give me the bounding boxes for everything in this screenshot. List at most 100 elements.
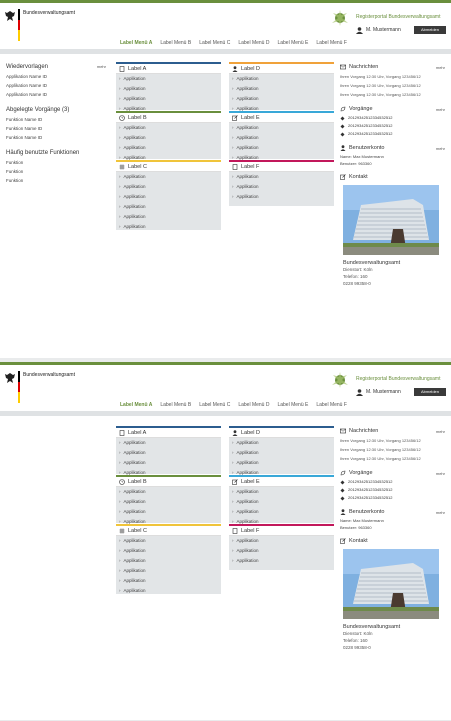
document-icon <box>232 527 238 534</box>
app-link[interactable]: Applikation <box>116 507 221 517</box>
app-link[interactable]: Applikation <box>116 556 221 566</box>
nav-item-a[interactable]: Label Menü A <box>116 402 156 410</box>
eagle-icon <box>5 11 15 21</box>
app-link[interactable]: Applikation <box>116 133 221 143</box>
app-link[interactable]: Applikation <box>229 172 334 182</box>
app-link[interactable]: Applikation <box>229 556 334 566</box>
list-item[interactable]: Applikation Name ID <box>6 90 106 99</box>
app-link[interactable]: Applikation <box>116 172 221 182</box>
app-link[interactable]: Applikation <box>116 84 221 94</box>
nav-item-c[interactable]: Label Menü C <box>195 40 234 48</box>
user-icon <box>340 509 346 515</box>
message-item[interactable]: Ihren Vorgang 12:30 Uhr, Vorgang 123456/… <box>340 454 445 463</box>
leaf-icon <box>340 106 346 112</box>
app-link[interactable]: Applikation <box>229 74 334 84</box>
registerportal-logo-icon[interactable] <box>331 10 349 26</box>
nav-item-c[interactable]: Label Menü C <box>195 402 234 410</box>
portal-title[interactable]: Registerportal Bundesverwaltungsamt <box>356 376 441 382</box>
registerportal-logo-icon[interactable] <box>331 372 349 388</box>
vorgang-item[interactable]: 20129342512334532512 <box>340 478 445 486</box>
box-e: Label E Applikation Applikation Applikat… <box>229 475 334 524</box>
app-link[interactable]: Applikation <box>116 576 221 586</box>
app-link[interactable]: Applikation <box>116 586 221 596</box>
app-link[interactable]: Applikation <box>229 123 334 133</box>
app-link[interactable]: Applikation <box>229 448 334 458</box>
app-link[interactable]: Applikation <box>229 458 334 468</box>
app-link[interactable]: Applikation <box>116 182 221 192</box>
vorgaenge-more-link[interactable]: mehr <box>436 107 445 112</box>
app-link[interactable]: Applikation <box>229 84 334 94</box>
app-link[interactable]: Applikation <box>229 143 334 153</box>
app-link[interactable]: Applikation <box>116 143 221 153</box>
contact-phone[interactable]: 0228 99358-0 <box>340 644 445 651</box>
app-link[interactable]: Applikation <box>229 133 334 143</box>
app-link[interactable]: Applikation <box>116 497 221 507</box>
app-link[interactable]: Applikation <box>116 74 221 84</box>
app-link[interactable]: Applikation <box>229 536 334 546</box>
message-item[interactable]: Ihren Vorgang 12:30 Uhr, Vorgang 123456/… <box>340 445 445 454</box>
app-link[interactable]: Applikation <box>229 192 334 202</box>
list-item[interactable]: Funktion Name ID <box>6 124 106 133</box>
app-link[interactable]: Applikation <box>116 123 221 133</box>
app-link[interactable]: Applikation <box>229 438 334 448</box>
list-item[interactable]: Applikation Name ID <box>6 81 106 90</box>
message-item[interactable]: Ihren Vorgang 12:30 Uhr, Vorgang 123456/… <box>340 90 445 99</box>
user-name[interactable]: M. Mustermann <box>366 27 401 33</box>
app-link[interactable]: Applikation <box>229 94 334 104</box>
app-link[interactable]: Applikation <box>116 566 221 576</box>
benutzer-more-link[interactable]: mehr <box>436 510 445 515</box>
app-link[interactable]: Applikation <box>229 507 334 517</box>
app-link[interactable]: Applikation <box>116 202 221 212</box>
vorgaenge-more-link[interactable]: mehr <box>436 471 445 476</box>
app-link[interactable]: Applikation <box>116 448 221 458</box>
list-item[interactable]: Funktion <box>6 167 106 176</box>
vorgang-item[interactable]: 20129342512334532512 <box>340 494 445 502</box>
nav-item-f[interactable]: Label Menü F <box>312 402 351 410</box>
list-item[interactable]: Applikation Name ID <box>6 72 106 81</box>
app-link[interactable]: Applikation <box>116 438 221 448</box>
nachrichten-more-link[interactable]: mehr <box>436 65 445 70</box>
list-item[interactable]: Funktion Name ID <box>6 133 106 142</box>
nav-item-b[interactable]: Label Menü B <box>156 40 195 48</box>
nav-item-a[interactable]: Label Menü A <box>116 40 156 48</box>
kontakt-title: Kontakt <box>349 174 368 180</box>
nav-item-d[interactable]: Label Menü D <box>234 402 273 410</box>
nav-item-f[interactable]: Label Menü F <box>312 40 351 48</box>
nav-item-e[interactable]: Label Menü E <box>273 402 312 410</box>
logout-button[interactable]: Abmelden <box>414 388 446 396</box>
vorgang-item[interactable]: 20129342512334532512 <box>340 486 445 494</box>
app-link[interactable]: Applikation <box>116 546 221 556</box>
user-icon <box>356 27 363 34</box>
app-link[interactable]: Applikation <box>116 487 221 497</box>
list-item[interactable]: Funktion Name ID <box>6 115 106 124</box>
vorgang-item[interactable]: 20129342512334532512 <box>340 114 445 122</box>
message-item[interactable]: Ihren Vorgang 12:30 Uhr, Vorgang 123456/… <box>340 436 445 445</box>
benutzer-more-link[interactable]: mehr <box>436 146 445 151</box>
nav-item-d[interactable]: Label Menü D <box>234 40 273 48</box>
message-item[interactable]: Ihren Vorgang 12:30 Uhr, Vorgang 123456/… <box>340 81 445 90</box>
app-link[interactable]: Applikation <box>229 546 334 556</box>
app-link[interactable]: Applikation <box>116 192 221 202</box>
app-link[interactable]: Applikation <box>116 458 221 468</box>
vorgang-item[interactable]: 20129342512334532512 <box>340 130 445 138</box>
app-link[interactable]: Applikation <box>116 212 221 222</box>
app-link[interactable]: Applikation <box>116 222 221 232</box>
app-link[interactable]: Applikation <box>229 487 334 497</box>
portal-title[interactable]: Registerportal Bundesverwaltungsamt <box>356 14 441 20</box>
message-item[interactable]: Ihren Vorgang 12:30 Uhr, Vorgang 123456/… <box>340 72 445 81</box>
nav-item-b[interactable]: Label Menü B <box>156 402 195 410</box>
nachrichten-more-link[interactable]: mehr <box>436 429 445 434</box>
nav-item-e[interactable]: Label Menü E <box>273 40 312 48</box>
app-link[interactable]: Applikation <box>116 536 221 546</box>
contact-phone[interactable]: 0228 99358-0 <box>340 280 445 287</box>
vorgang-item[interactable]: 20129342512334532512 <box>340 122 445 130</box>
user-name[interactable]: M. Mustermann <box>366 389 401 395</box>
list-item[interactable]: Funktion <box>6 158 106 167</box>
list-item[interactable]: Funktion <box>6 176 106 185</box>
app-link[interactable]: Applikation <box>229 182 334 192</box>
wiedervorlagen-more-link[interactable]: mehr <box>97 64 106 70</box>
logout-button[interactable]: Abmelden <box>414 26 446 34</box>
box-c-label: Label C <box>128 527 147 534</box>
app-link[interactable]: Applikation <box>229 497 334 507</box>
app-link[interactable]: Applikation <box>116 94 221 104</box>
